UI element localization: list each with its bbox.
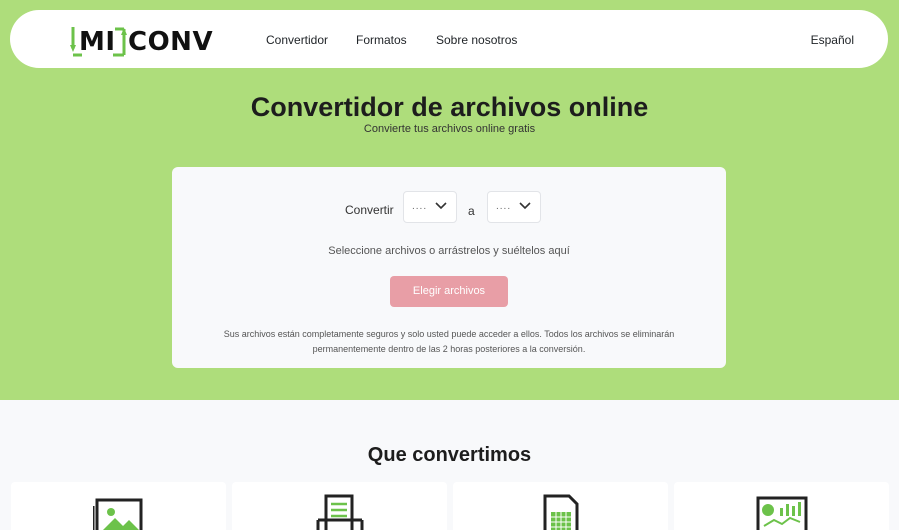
chevron-down-icon <box>519 202 531 210</box>
security-note: Sus archivos están completamente seguros… <box>223 329 675 354</box>
format-tile-spreadsheet[interactable] <box>453 482 668 530</box>
chevron-down-icon <box>435 202 447 210</box>
language-selector[interactable]: Español <box>811 32 854 48</box>
logo-text-left: MI <box>79 27 116 57</box>
choose-files-button[interactable]: Elegir archivos <box>390 276 508 307</box>
format-tile-presentation[interactable] <box>674 482 889 530</box>
page-subtitle: Convierte tus archivos online gratis <box>363 123 536 135</box>
from-format-value: .... <box>412 201 428 212</box>
image-icon <box>93 498 143 530</box>
page-title: Convertidor de archivos online <box>250 92 649 122</box>
to-format-value: .... <box>496 201 512 212</box>
nav-formatos[interactable]: Formatos <box>356 32 407 48</box>
navbar: MI CONV Convertidor Formatos Sobre nosot… <box>10 10 888 68</box>
nav-convertidor[interactable]: Convertidor <box>266 32 328 48</box>
spreadsheet-icon <box>543 494 579 530</box>
presentation-icon <box>756 496 808 530</box>
format-tile-image[interactable] <box>11 482 226 530</box>
to-label: a <box>468 204 475 218</box>
drop-zone-text[interactable]: Seleccione archivos o arrástrelos y suél… <box>172 244 726 258</box>
format-tile-document[interactable] <box>232 482 447 530</box>
to-format-select[interactable]: .... <box>487 191 541 223</box>
convert-label: Convertir <box>345 203 394 217</box>
from-format-select[interactable]: .... <box>403 191 457 223</box>
logo-arrow-up-icon <box>113 27 127 57</box>
nav-sobre-nosotros[interactable]: Sobre nosotros <box>436 32 517 48</box>
document-icon <box>316 494 364 530</box>
logo-text-right: CONV <box>128 27 214 57</box>
converter-card: Convertir .... a .... Seleccione archivo… <box>172 167 726 368</box>
logo[interactable]: MI CONV <box>70 27 213 57</box>
section-title: Que convertimos <box>367 444 532 466</box>
